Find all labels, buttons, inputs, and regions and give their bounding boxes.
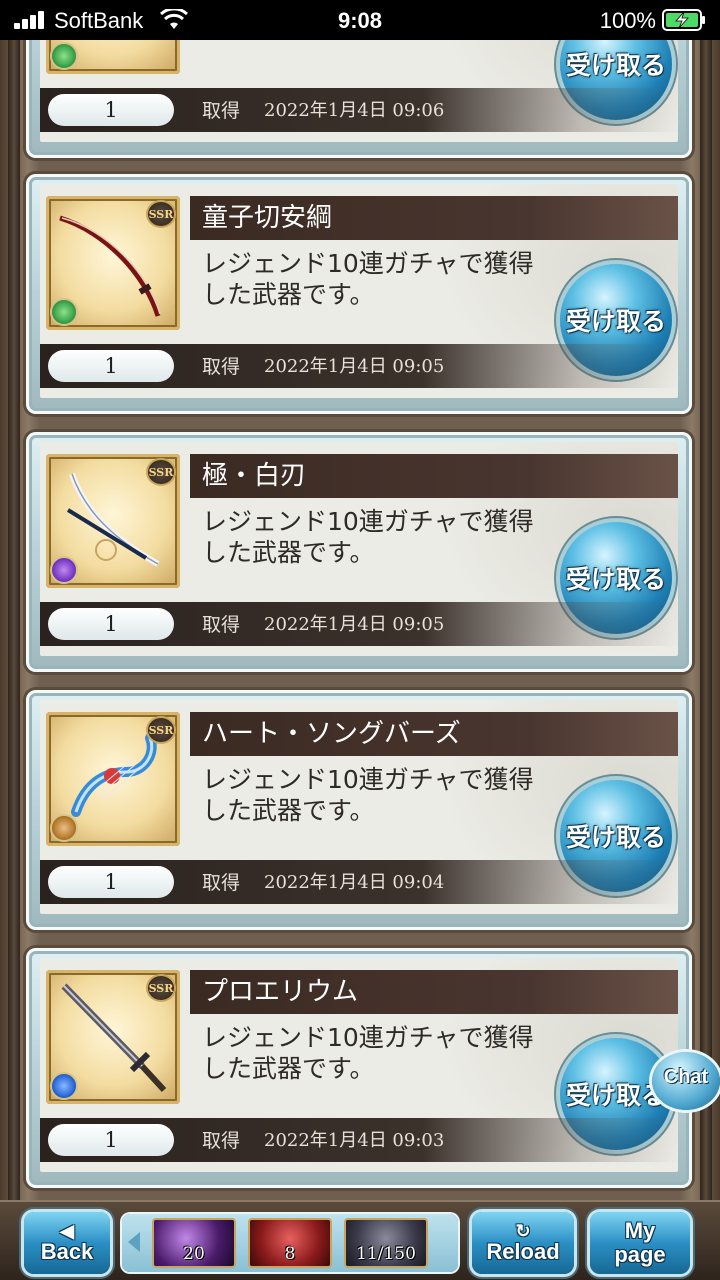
item-name: 童子切安綱 (190, 196, 678, 240)
item-description: レジェンド10連ガチャで獲得した武器です。 (202, 249, 534, 309)
present-card: SSR ハート・ソングバーズ レジェンド10連ガチャで獲得した武器です。 受け取… (26, 690, 692, 930)
battery-charging-icon (662, 9, 705, 31)
wind-element-icon (50, 42, 78, 70)
reload-button[interactable]: ↻ Reload (472, 1212, 574, 1274)
ssr-badge: SSR (146, 458, 176, 486)
present-card: 受け取る 1 取得 2022年1月4日 09:06 (26, 40, 692, 158)
battery-percent: 100% (599, 8, 656, 33)
item-description: レジェンド10連ガチャで獲得した武器です。 (202, 507, 534, 567)
ssr-badge: SSR (146, 200, 176, 228)
dark-element-icon (50, 556, 78, 584)
ssr-badge: SSR (146, 716, 176, 744)
earth-element-icon (50, 814, 78, 842)
quantity-value: 1 (48, 608, 174, 640)
hourglass-value: 11/150 (356, 1244, 416, 1264)
bp-value: 8 (284, 1244, 296, 1264)
ssr-badge: SSR (146, 974, 176, 1002)
item-thumbnail[interactable] (46, 40, 180, 74)
present-list[interactable]: 受け取る 1 取得 2022年1月4日 09:06 SSR 童子切安綱 レジェン… (0, 40, 720, 1200)
chat-button[interactable]: Chat (652, 1052, 720, 1110)
right-rail (700, 40, 712, 1200)
mypage-button[interactable]: My page (590, 1212, 690, 1274)
back-button[interactable]: ◀ Back (24, 1212, 110, 1274)
acquired-label: 取得 (202, 100, 241, 122)
acquired-label: 取得 (202, 614, 241, 636)
item-name: ハート・ソングバーズ (190, 712, 678, 756)
acquired-date: 2022年1月4日 09:03 (264, 1130, 445, 1151)
quantity-value: 1 (48, 94, 174, 126)
footer-nav: ◀ Back 20 8 11/150 ↻ Reload My page (0, 1200, 720, 1280)
quantity-value: 1 (48, 350, 174, 382)
acquired-date: 2022年1月4日 09:05 (264, 356, 445, 377)
left-arrow-icon (128, 1232, 140, 1252)
player-status-strip[interactable]: 20 8 11/150 (122, 1214, 458, 1272)
present-card: SSR 極・白刃 レジェンド10連ガチャで獲得した武器です。 受け取る 1 取得… (26, 432, 692, 672)
acquired-date: 2022年1月4日 09:04 (264, 872, 445, 893)
reload-icon: ↻ (515, 1221, 531, 1241)
item-description: レジェンド10連ガチャで獲得した武器です。 (202, 765, 534, 825)
acquired-label: 取得 (202, 1130, 241, 1152)
present-card: SSR 童子切安綱 レジェンド10連ガチャで獲得した武器です。 受け取る 1 取… (26, 174, 692, 414)
ap-value: 20 (183, 1244, 205, 1264)
acquired-label: 取得 (202, 356, 241, 378)
quantity-value: 1 (48, 866, 174, 898)
acquired-label: 取得 (202, 872, 241, 894)
present-card: SSR プロエリウム レジェンド10連ガチャで獲得した武器です。 受け取る 1 … (26, 948, 692, 1188)
ap-gauge: 20 (152, 1218, 236, 1268)
item-thumbnail[interactable]: SSR (46, 454, 180, 588)
acquired-date: 2022年1月4日 09:06 (264, 100, 445, 121)
bp-gauge: 8 (248, 1218, 332, 1268)
wind-element-icon (50, 298, 78, 326)
item-name: プロエリウム (190, 970, 678, 1014)
item-thumbnail[interactable]: SSR (46, 970, 180, 1104)
item-name: 極・白刃 (190, 454, 678, 498)
hourglass-gauge: 11/150 (344, 1218, 428, 1268)
item-description: レジェンド10連ガチャで獲得した武器です。 (202, 1023, 534, 1083)
quantity-value: 1 (48, 1124, 174, 1156)
water-element-icon (50, 1072, 78, 1100)
back-arrow-icon: ◀ (60, 1221, 74, 1241)
left-rail (8, 40, 20, 1200)
status-bar: SoftBank 9:08 100% (0, 0, 720, 40)
item-thumbnail[interactable]: SSR (46, 712, 180, 846)
acquired-date: 2022年1月4日 09:05 (264, 614, 445, 635)
item-thumbnail[interactable]: SSR (46, 196, 180, 330)
